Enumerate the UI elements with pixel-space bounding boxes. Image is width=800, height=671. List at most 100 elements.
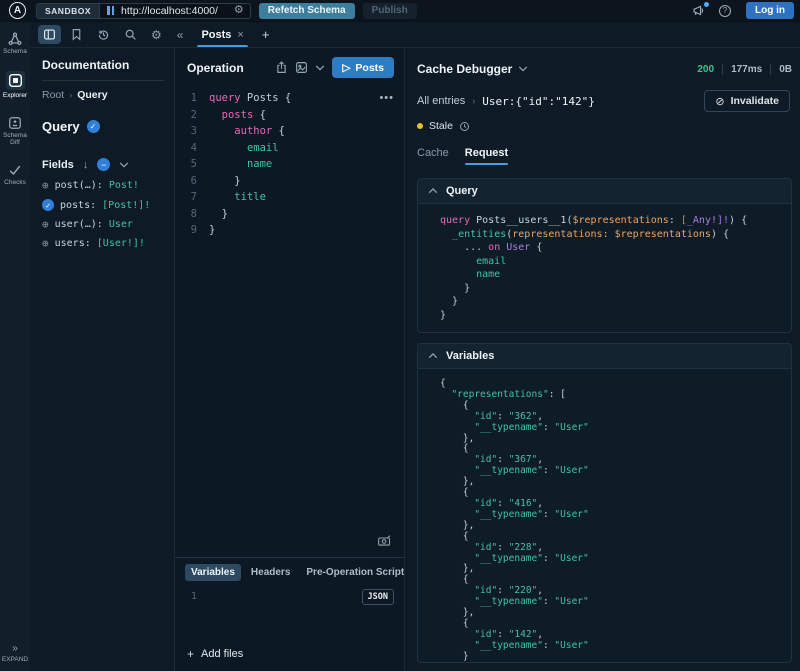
deselect-all-fields-icon[interactable]: − <box>97 158 110 171</box>
sort-fields-icon[interactable]: ↓ <box>83 159 89 171</box>
chevron-down-icon[interactable] <box>119 161 129 169</box>
nav-explorer[interactable]: Explorer <box>3 71 27 99</box>
query-section: Query query Posts__users__1($representat… <box>417 178 792 333</box>
tab-headers[interactable]: Headers <box>245 564 296 581</box>
invalidate-icon: ⊘ <box>715 95 724 108</box>
all-entries-link[interactable]: All entries <box>417 95 465 107</box>
breadcrumb-root[interactable]: Root <box>42 89 64 101</box>
line-options-icon[interactable]: ••• <box>379 92 394 104</box>
json-format-badge[interactable]: JSON <box>362 589 394 605</box>
panel-icon <box>43 28 56 41</box>
explorer-icon <box>8 73 23 88</box>
left-nav-rail: Schema Explorer Schema Diff Checks » EXP… <box>0 22 30 671</box>
gear-icon: ⚙ <box>151 28 162 42</box>
response-time: 177ms <box>731 64 762 75</box>
stale-label: Stale <box>429 120 453 132</box>
add-files-button[interactable]: + Add files <box>175 639 404 671</box>
schema-diff-icon <box>8 116 22 130</box>
variables-editor[interactable]: 1 JSON <box>175 587 404 639</box>
publish-button[interactable]: Publish <box>363 3 417 19</box>
request-variables-json[interactable]: { "representations": [ { "id": "362", "_… <box>440 379 781 662</box>
schema-icon <box>8 32 22 46</box>
request-query-code[interactable]: query Posts__users__1($representations: … <box>440 214 781 322</box>
endpoint-url[interactable]: http://localhost:4000/ <box>121 5 218 17</box>
saved-operations-button[interactable] <box>65 25 88 44</box>
chevron-down-icon[interactable] <box>315 64 325 72</box>
tab-variables[interactable]: Variables <box>185 564 241 581</box>
line-number: 1 <box>175 591 197 602</box>
login-button[interactable]: Log in <box>746 2 794 19</box>
nav-checks[interactable]: Checks <box>4 163 26 186</box>
share-operation-icon[interactable] <box>275 61 288 74</box>
toggle-documentation-panel-button[interactable] <box>38 25 61 44</box>
add-field-icon[interactable]: ⊕ <box>42 238 49 249</box>
app-window: A SANDBOX http://localhost:4000/ ⚙ Refet… <box>0 0 800 671</box>
history-button[interactable] <box>92 25 115 44</box>
operation-editor[interactable]: 1query Posts {2 posts {3 author {4 email… <box>175 84 404 557</box>
response-stats: 200 177ms 0B <box>697 64 792 75</box>
pause-icon[interactable] <box>107 6 114 15</box>
checks-icon <box>8 163 22 177</box>
connection-settings-gear-icon[interactable]: ⚙ <box>228 5 250 16</box>
search-icon <box>124 28 137 41</box>
field-type-link[interactable]: [User!]! <box>97 238 145 249</box>
field-selected-check-icon[interactable]: ✓ <box>42 199 54 211</box>
tab-posts[interactable]: Posts × <box>191 22 253 47</box>
cache-debugger-title[interactable]: Cache Debugger <box>417 62 512 76</box>
field-row-user[interactable]: ⊕ user(…): User <box>42 219 164 230</box>
new-tab-button[interactable]: + <box>254 27 278 42</box>
field-row-post[interactable]: ⊕ post(…): Post! <box>42 180 164 191</box>
explorer-settings-button[interactable]: ⚙ <box>146 25 167 45</box>
chevron-down-icon[interactable] <box>518 65 528 73</box>
search-button[interactable] <box>119 25 142 44</box>
operation-panel: Operation ▷ Posts <box>175 48 405 671</box>
add-field-icon[interactable]: ⊕ <box>42 180 49 191</box>
operation-bottom-panel: Variables Headers Pre-Operation Script P… <box>175 557 404 671</box>
nav-schema[interactable]: Schema <box>3 32 27 55</box>
response-size: 0B <box>779 64 792 75</box>
field-row-posts[interactable]: ✓ posts: [Post!]! <box>42 199 164 211</box>
notification-dot <box>704 2 709 7</box>
run-operation-button[interactable]: ▷ Posts <box>332 57 394 78</box>
breadcrumb-current: Query <box>77 89 107 101</box>
chevron-right-icon: › <box>472 96 475 106</box>
collapse-panel-icon[interactable]: « <box>177 28 184 42</box>
endpoint-url-bar[interactable]: SANDBOX http://localhost:4000/ ⚙ <box>36 3 251 19</box>
chevron-up-icon <box>428 352 438 360</box>
stale-status-dot <box>417 123 423 129</box>
tab-request[interactable]: Request <box>465 138 508 168</box>
refetch-schema-button[interactable]: Refetch Schema <box>259 3 355 19</box>
history-icon <box>97 28 110 41</box>
cache-debugger-panel: Cache Debugger 200 177ms 0B <box>405 48 800 671</box>
query-section-header[interactable]: Query <box>418 179 791 204</box>
field-row-users[interactable]: ⊕ users: [User!]! <box>42 238 164 249</box>
field-type-link[interactable]: User <box>109 219 133 230</box>
tab-cache[interactable]: Cache <box>417 138 449 168</box>
nav-schema-diff[interactable]: Schema Diff <box>0 116 30 147</box>
operation-title: Operation <box>187 61 244 75</box>
screenshot-icon[interactable] <box>377 534 392 547</box>
fields-label: Fields <box>42 159 74 171</box>
top-bar: A SANDBOX http://localhost:4000/ ⚙ Refet… <box>0 0 800 22</box>
cache-entry-key: User:{"id":"142"} <box>482 95 595 108</box>
sandbox-badge: SANDBOX <box>37 4 100 18</box>
close-tab-icon[interactable]: × <box>237 29 243 41</box>
field-type-link[interactable]: [Post!]! <box>102 200 150 211</box>
plus-icon: + <box>187 647 194 661</box>
help-icon[interactable]: ? <box>714 5 736 17</box>
tab-pre-operation-script[interactable]: Pre-Operation Script <box>300 564 404 581</box>
field-type-link[interactable]: Post! <box>109 180 139 191</box>
type-selected-check-icon[interactable]: ✓ <box>87 120 100 133</box>
save-to-collection-icon[interactable] <box>295 61 308 74</box>
add-field-icon[interactable]: ⊕ <box>42 219 49 230</box>
announcements-icon[interactable] <box>687 4 710 17</box>
invalidate-button[interactable]: ⊘ Invalidate <box>704 90 790 112</box>
operation-code[interactable]: 1query Posts {2 posts {3 author {4 email… <box>175 90 396 239</box>
apollo-logo[interactable]: A <box>9 2 26 19</box>
variables-section-header[interactable]: Variables <box>418 344 791 369</box>
debugger-tabs: Cache Request <box>417 138 792 168</box>
expand-sidebar-button[interactable]: » EXPAND <box>2 643 28 663</box>
type-title: Query <box>42 119 80 134</box>
expand-icon: » <box>12 643 18 654</box>
status-code: 200 <box>697 64 714 75</box>
